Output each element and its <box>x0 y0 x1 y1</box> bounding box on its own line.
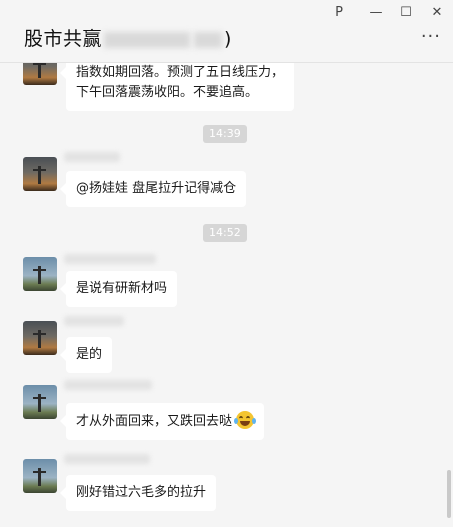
message-bubble[interactable]: 刚好错过六毛多的拉升 <box>59 475 217 511</box>
minimize-button[interactable]: — <box>364 3 388 23</box>
message-line: 下午回落震荡收阳。不要追高。 <box>76 85 259 100</box>
pin-icon[interactable]: P <box>327 3 351 23</box>
message-text: 才从外面回来，又跌回去哒 <box>76 414 233 429</box>
chat-title-suffix: ) <box>224 28 232 50</box>
redacted-title-part <box>104 31 191 48</box>
message-bubble[interactable]: 是的 <box>59 337 113 373</box>
message-text: 是说有研新材吗 <box>76 281 168 296</box>
chat-title-text: 股市共赢 <box>24 28 103 50</box>
laugh-cry-emoji <box>234 411 257 429</box>
timestamp: 14:39 <box>203 125 247 143</box>
sender-name-redacted <box>64 454 150 464</box>
sender-name-redacted <box>64 254 156 264</box>
timestamp: 14:52 <box>203 224 247 242</box>
redacted-title-part-2 <box>194 31 223 48</box>
sender-name-redacted <box>64 152 120 162</box>
message-line: 指数如期回落。预测了五日线压力， <box>76 65 285 80</box>
sunset-avatar[interactable] <box>23 63 57 85</box>
message-bubble[interactable]: @扬娃娃 盘尾拉升记得减仓 <box>59 171 247 207</box>
chat-title: 股市共赢) <box>24 24 232 51</box>
chat-message-area[interactable]: 指数如期回落。预测了五日线压力， 下午回落震荡收阳。不要追高。 14:39 @扬… <box>0 63 453 527</box>
message-text: 刚好错过六毛多的拉升 <box>76 485 207 500</box>
message-text: 是的 <box>76 347 103 362</box>
sender-name-redacted <box>64 380 152 390</box>
message-bubble[interactable]: 才从外面回来，又跌回去哒 <box>59 403 265 440</box>
message-text: @扬娃娃 盘尾拉升记得减仓 <box>76 181 237 196</box>
chat-scrollbar[interactable] <box>447 470 451 518</box>
close-button[interactable]: ✕ <box>425 3 449 23</box>
sender-name-redacted <box>64 316 124 326</box>
sky-avatar[interactable] <box>23 385 57 419</box>
message-bubble[interactable]: 是说有研新材吗 <box>59 271 178 307</box>
sunset-avatar[interactable] <box>23 321 57 355</box>
title-bar: 股市共赢) P — ☐ ✕ ··· <box>0 0 453 63</box>
more-options-icon[interactable]: ··· <box>421 26 441 47</box>
sky-avatar[interactable] <box>23 257 57 291</box>
message-bubble[interactable]: 指数如期回落。预测了五日线压力， 下午回落震荡收阳。不要追高。 <box>59 63 295 111</box>
sunset-avatar[interactable] <box>23 157 57 191</box>
maximize-button[interactable]: ☐ <box>394 3 418 23</box>
sky-avatar[interactable] <box>23 459 57 493</box>
